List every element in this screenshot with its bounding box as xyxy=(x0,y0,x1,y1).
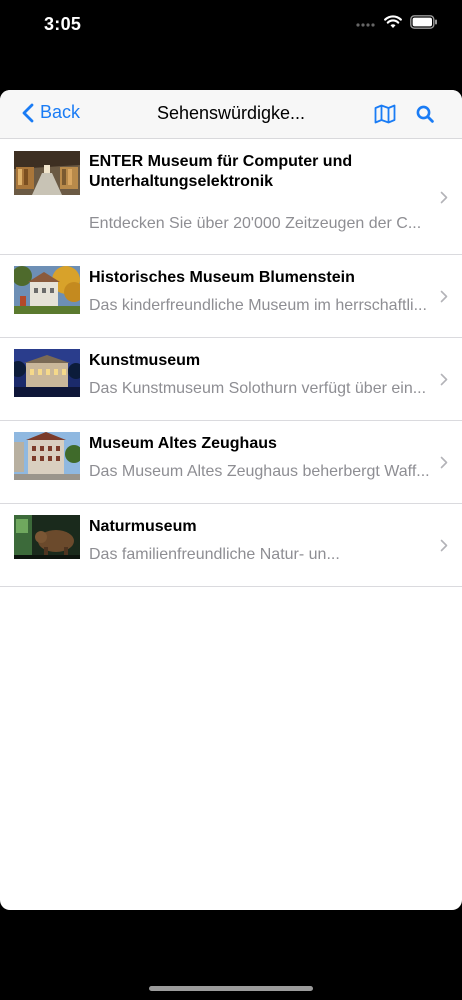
nav-actions xyxy=(374,104,434,124)
status-time: 3:05 xyxy=(44,14,82,34)
list-item-subtitle: Das Kunstmuseum Solothurn verfügt über e… xyxy=(89,380,427,397)
list-item-text: Museum Altes Zeughaus Das Museum Altes Z… xyxy=(89,434,432,482)
list-item-subtitle: Das familienfreundliche Natur- un... xyxy=(89,546,340,563)
status-bar: 3:05 xyxy=(0,0,462,50)
list-item-text: Naturmuseum Das familienfreundliche Natu… xyxy=(89,517,432,565)
thumbnail-image xyxy=(14,266,80,314)
list-item[interactable]: ENTER Museum für Computer und Unterhaltu… xyxy=(0,139,462,255)
list-item[interactable]: Historisches Museum Blumenstein Das kind… xyxy=(0,255,462,338)
thumbnail-image xyxy=(14,515,80,559)
search-icon[interactable] xyxy=(416,105,434,123)
list-item[interactable]: Museum Altes Zeughaus Das Museum Altes Z… xyxy=(0,421,462,504)
battery-icon xyxy=(410,15,438,34)
attractions-list: ENTER Museum für Computer und Unterhaltu… xyxy=(0,139,462,587)
thumbnail-image xyxy=(14,432,80,480)
chevron-right-icon xyxy=(440,290,448,303)
navigation-bar: Back Sehenswürdigke... xyxy=(0,90,462,139)
list-item-title: Historisches Museum Blumenstein xyxy=(89,269,355,286)
list-item-text: ENTER Museum für Computer und Unterhaltu… xyxy=(89,152,432,234)
list-item-title: ENTER Museum für Computer und Unterhaltu… xyxy=(89,153,353,190)
list-item-subtitle: Entdecken Sie über 20'000 Zeitzeugen der… xyxy=(89,215,422,232)
list-item[interactable]: Kunstmuseum Das Kunstmuseum Solothurn ve… xyxy=(0,338,462,421)
list-item-text: Kunstmuseum Das Kunstmuseum Solothurn ve… xyxy=(89,351,432,399)
thumbnail-image xyxy=(14,349,80,397)
list-item-title: Kunstmuseum xyxy=(89,352,201,369)
sheet: Back Sehenswürdigke... ENTER Museum für … xyxy=(0,90,462,910)
list-item[interactable]: Naturmuseum Das familienfreundliche Natu… xyxy=(0,504,462,587)
list-item-subtitle: Das Museum Altes Zeughaus beherbergt Waf… xyxy=(89,463,430,480)
list-item-text: Historisches Museum Blumenstein Das kind… xyxy=(89,268,432,316)
list-item-title: Naturmuseum xyxy=(89,518,197,535)
wifi-icon xyxy=(384,15,402,34)
list-item-title: Museum Altes Zeughaus xyxy=(89,435,277,452)
home-indicator[interactable] xyxy=(149,986,313,991)
chevron-right-icon xyxy=(440,191,448,204)
chevron-right-icon xyxy=(440,373,448,386)
cellular-signal-icon xyxy=(356,16,376,34)
thumbnail-image xyxy=(14,151,80,195)
list-item-subtitle: Das kinderfreundliche Museum im herrscha… xyxy=(89,297,427,314)
chevron-right-icon xyxy=(440,456,448,469)
status-icons xyxy=(356,15,438,34)
map-icon[interactable] xyxy=(374,104,396,124)
chevron-right-icon xyxy=(440,539,448,552)
